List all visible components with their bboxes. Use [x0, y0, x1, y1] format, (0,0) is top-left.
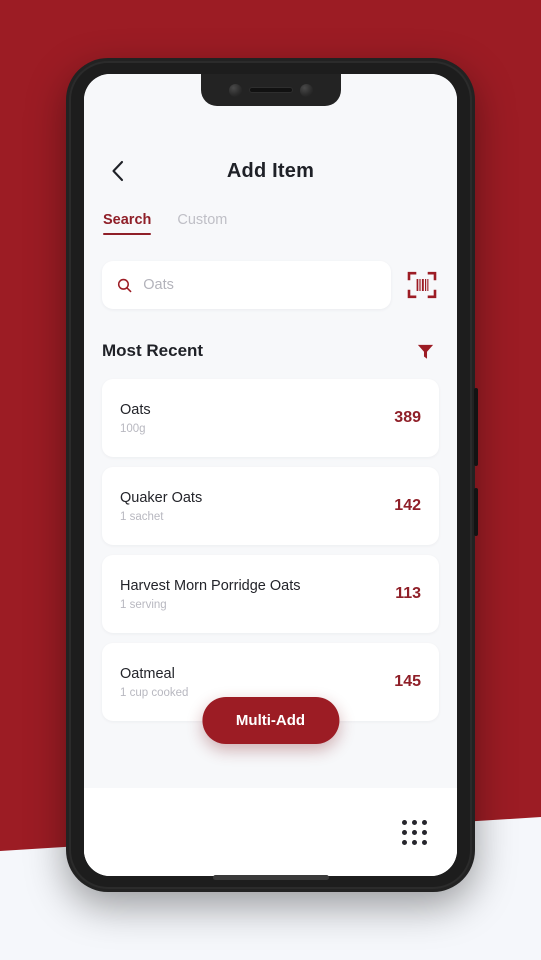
phone-device-frame: Add Item Search Custom Oats Most Recent … — [66, 58, 478, 892]
search-input[interactable] — [143, 277, 376, 293]
app-container: Add Item Search Custom Oats Most Recent … — [84, 74, 457, 876]
app-bar: Add Item — [102, 142, 439, 200]
grid-dot — [412, 819, 417, 825]
section-title: Most Recent — [102, 341, 204, 360]
phone-notch — [200, 74, 341, 106]
food-item-calories: 145 — [394, 673, 421, 690]
barcode-scan-icon — [407, 271, 437, 299]
search-box[interactable] — [102, 261, 391, 309]
bottom-bar — [84, 788, 457, 876]
multi-add-button[interactable]: Multi-Add — [201, 697, 340, 744]
page-title: Add Item — [226, 159, 315, 182]
food-item-name: Oatmeal — [120, 665, 175, 682]
food-item-portion: 1 serving — [120, 598, 167, 611]
phone-power-button[interactable] — [474, 388, 478, 466]
filter-funnel-icon — [417, 344, 433, 359]
food-item-calories: 113 — [395, 585, 421, 602]
food-item-portion: 1 sachet — [120, 510, 164, 523]
food-item-name: Harvest Morn Porridge Oats — [120, 577, 301, 594]
tab-search[interactable]: Search — [103, 212, 152, 235]
chevron-left-icon — [111, 160, 123, 182]
phone-screen: Add Item Search Custom Oats Most Recent … — [84, 74, 457, 876]
food-item-calories: 389 — [394, 409, 421, 426]
grid-dot — [422, 839, 427, 845]
phone-bottom-indicator — [212, 875, 329, 880]
food-item-texts: Quaker Oats 1 sachet — [120, 490, 202, 523]
search-row — [102, 261, 439, 309]
food-list-item[interactable]: Oats 100g 389 — [102, 379, 439, 457]
front-camera-secondary-icon — [299, 83, 313, 97]
food-item-portion: 100g — [120, 422, 146, 435]
barcode-scan-button[interactable] — [405, 268, 439, 302]
food-list-item[interactable]: Quaker Oats 1 sachet 142 — [102, 467, 439, 545]
back-button[interactable] — [102, 156, 132, 186]
grid-dot — [412, 829, 417, 835]
phone-volume-button[interactable] — [474, 488, 478, 536]
grid-dot — [422, 829, 427, 835]
grid-dot — [402, 839, 407, 845]
search-icon — [117, 278, 132, 292]
tab-custom[interactable]: Custom — [177, 212, 227, 235]
front-camera-icon — [228, 83, 242, 97]
food-item-name: Oats — [120, 401, 151, 418]
filter-button[interactable] — [411, 337, 439, 365]
food-item-texts: Oats 100g — [120, 402, 151, 435]
food-list-item[interactable]: Harvest Morn Porridge Oats 1 serving 113 — [102, 555, 439, 633]
food-item-portion: 1 cup cooked — [120, 686, 189, 699]
app-scroll-area: Add Item Search Custom Oats Most Recent … — [84, 74, 457, 788]
grid-dot — [402, 819, 407, 825]
food-item-texts: Harvest Morn Porridge Oats 1 serving — [120, 578, 301, 611]
food-item-calories: 142 — [394, 497, 421, 514]
section-header: Most Recent — [102, 337, 439, 365]
tab-bar: Search Custom — [102, 212, 439, 235]
grid-dot — [412, 839, 417, 845]
earpiece-speaker — [248, 87, 293, 93]
food-list: Oats 100g 389 Quaker Oats 1 sachet 142 H… — [102, 379, 439, 721]
grid-dot — [402, 829, 407, 835]
food-item-name: Quaker Oats — [120, 489, 203, 506]
grid-dot — [422, 819, 427, 825]
food-item-texts: Oatmeal 1 cup cooked — [120, 666, 188, 699]
grid-dots-button[interactable] — [402, 819, 427, 845]
